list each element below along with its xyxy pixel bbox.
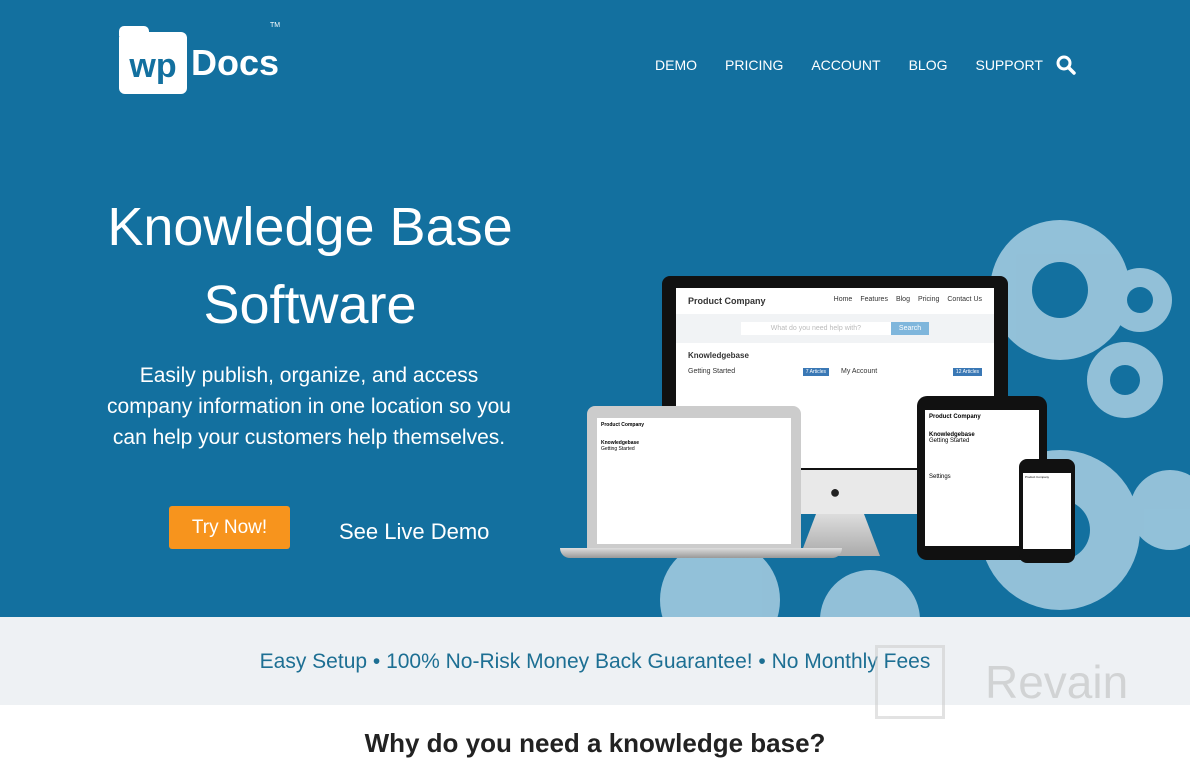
see-live-demo-link[interactable]: See Live Demo (339, 519, 489, 545)
mockup-nav: Contact Us (947, 296, 982, 303)
mockup-nav: Features (860, 296, 888, 303)
mockup-company: Product Company (929, 414, 981, 420)
try-now-button[interactable]: Try Now! (169, 506, 290, 549)
mockup-search: What do you need help with? (740, 322, 891, 335)
hero: wp Docs TM DEMO PRICING ACCOUNT BLOG SUP… (0, 0, 1190, 617)
main-nav: DEMO PRICING ACCOUNT BLOG SUPPORT (655, 57, 1043, 73)
trademark: TM (270, 22, 281, 29)
mockup-cat: Getting Started (929, 438, 970, 444)
laptop-mockup: Product Company Knowledgebase Getting Star… (587, 406, 801, 550)
nav-blog[interactable]: BLOG (909, 57, 948, 73)
mockup-kb: Knowledgebase (688, 351, 749, 360)
mockup-badge: 12 Articles (952, 368, 982, 376)
watermark-text: Revain (985, 656, 1129, 708)
laptop-base (560, 548, 842, 558)
title-line-1: Knowledge Base (107, 197, 513, 257)
mockup-settings: Settings (929, 474, 951, 480)
logo-wp: wp (129, 46, 177, 85)
hero-subtitle: Easily publish, organize, and access com… (107, 364, 511, 449)
mockup-cat: Getting Started (688, 368, 736, 375)
mockup-company: Product Company (1025, 475, 1050, 479)
title-line-2: Software (203, 275, 417, 335)
mockup-nav: Blog (895, 296, 910, 303)
laptop-screen: Product Company Knowledgebase Getting Star… (597, 418, 791, 544)
mockup-badge: 7 Articles (802, 368, 829, 376)
folder-logo-icon: wp (119, 26, 187, 94)
mockup-company: Product Company (601, 422, 645, 428)
wpdocs-logo[interactable]: wp Docs (119, 26, 280, 94)
revain-watermark: Revain (875, 645, 1128, 719)
nav-account[interactable]: ACCOUNT (811, 57, 880, 73)
mockup-nav: Pricing (917, 296, 940, 303)
nav-pricing[interactable]: PRICING (725, 57, 783, 73)
mockup-company: Product Company (688, 296, 766, 306)
phone-screen: Product Company (1023, 473, 1071, 549)
mockup-search-button: Search (890, 322, 930, 335)
nav-demo[interactable]: DEMO (655, 57, 697, 73)
mockup-cat: My Account (841, 368, 878, 375)
search-icon[interactable] (1056, 55, 1076, 75)
nav-support[interactable]: SUPPORT (975, 57, 1042, 73)
section-heading: Why do you need a knowledge base? (364, 728, 826, 758)
mockup-nav: Home (833, 296, 853, 303)
revain-logo-icon (875, 645, 945, 719)
hero-title: Knowledge Base Software (60, 188, 560, 344)
mockup-cat: Getting Started (601, 446, 635, 452)
phone-mockup: Product Company (1019, 459, 1075, 563)
logo-docs: Docs (191, 42, 280, 83)
